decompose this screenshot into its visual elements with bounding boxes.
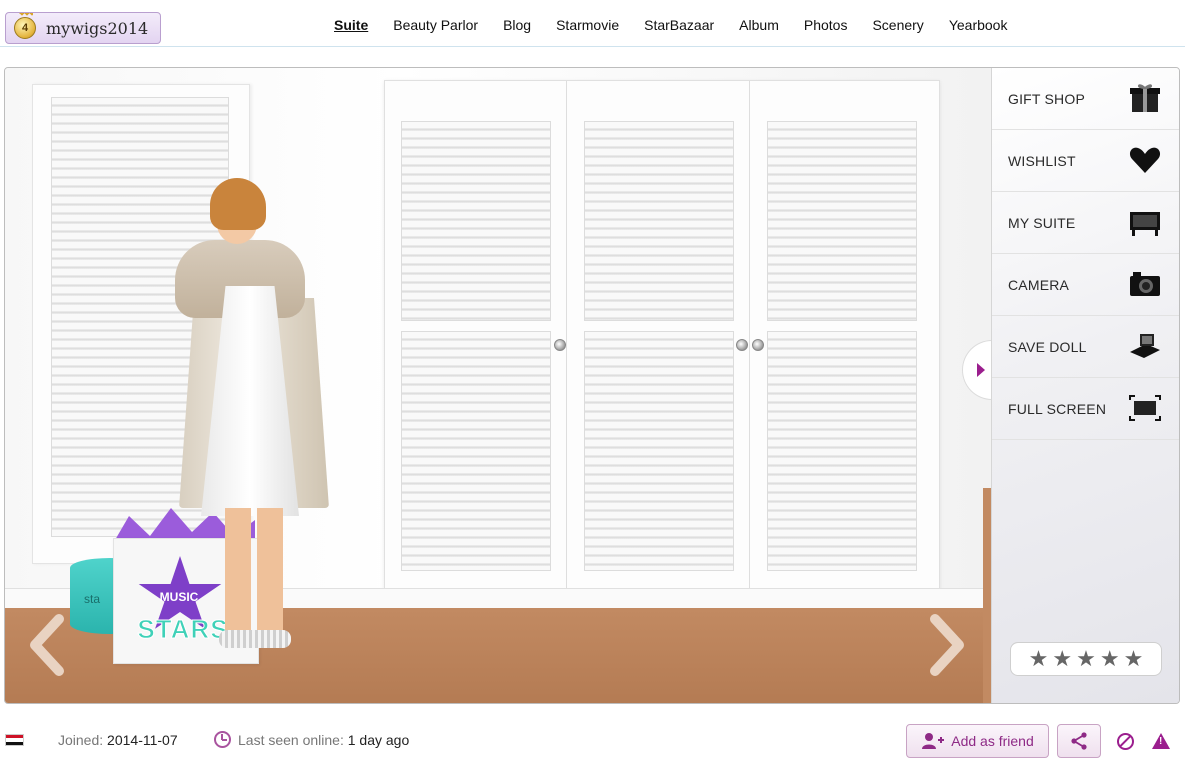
star-rating: ★ ★ ★ ★ ★	[1010, 642, 1162, 676]
save-doll-icon	[1130, 334, 1160, 358]
suite-stage: sta MUSIC STARS GIFT SHOP WISHLIST MY SU…	[4, 67, 1180, 704]
sidebar-item-gift-shop[interactable]: GIFT SHOP	[992, 68, 1179, 130]
sidebar-item-label: FULL SCREEN	[1008, 400, 1107, 417]
door-knob	[752, 339, 764, 351]
doll-hair	[210, 178, 266, 230]
rating-star-icon[interactable]: ★	[1100, 648, 1120, 670]
camera-icon	[1130, 272, 1160, 296]
door-louvers	[584, 121, 734, 321]
block-icon[interactable]	[1117, 733, 1134, 750]
previous-arrow-button[interactable]	[27, 613, 67, 677]
sidebar-item-full-screen[interactable]: FULL SCREEN	[992, 378, 1179, 440]
hatbox-label: sta	[84, 592, 101, 606]
joined-label: Joined:	[58, 732, 104, 748]
play-arrow-icon	[976, 363, 985, 377]
add-user-icon	[922, 733, 945, 749]
door-louvers	[767, 331, 917, 571]
nav-yearbook[interactable]: Yearbook	[949, 17, 1008, 33]
country-flag-icon	[5, 734, 24, 746]
door-knob	[554, 339, 566, 351]
door-louvers	[401, 331, 551, 571]
closet-door	[568, 81, 750, 609]
level-number: 4	[21, 22, 29, 34]
chevron-left-icon	[30, 614, 64, 676]
door-louvers	[401, 121, 551, 321]
top-bar: 4 mywigs2014 Suite Beauty Parlor Blog St…	[0, 0, 1185, 47]
add-friend-label: Add as friend	[951, 733, 1034, 749]
suite-sidebar: GIFT SHOP WISHLIST MY SUITE CAMERA SAVE …	[991, 68, 1179, 703]
next-arrow-button[interactable]	[927, 613, 967, 677]
report-warning-icon[interactable]	[1152, 733, 1170, 749]
sidebar-item-label: WISHLIST	[1008, 152, 1076, 169]
rating-star-icon[interactable]: ★	[1029, 648, 1049, 670]
gift-box-icon	[1130, 84, 1160, 112]
add-friend-button[interactable]: Add as friend	[906, 724, 1049, 758]
heart-icon	[1129, 147, 1161, 173]
last-seen-label: Last seen online:	[238, 732, 344, 748]
nav-photos[interactable]: Photos	[804, 17, 848, 33]
user-badge[interactable]: 4 mywigs2014	[5, 12, 161, 44]
nav-starmovie[interactable]: Starmovie	[556, 17, 619, 33]
sidebar-item-label: MY SUITE	[1008, 214, 1076, 231]
username: mywigs2014	[46, 18, 149, 38]
doll-legs	[225, 508, 283, 638]
glitter-shoes	[219, 630, 291, 648]
sidebar-item-my-suite[interactable]: MY SUITE	[992, 192, 1179, 254]
sidebar-item-camera[interactable]: CAMERA	[992, 254, 1179, 316]
avatar-doll[interactable]	[155, 178, 355, 668]
nav-blog[interactable]: Blog	[503, 17, 531, 33]
share-icon	[1071, 732, 1087, 750]
sidebar-item-wishlist[interactable]: WISHLIST	[992, 130, 1179, 192]
rating-star-icon[interactable]: ★	[1124, 648, 1144, 670]
door-louvers	[584, 331, 734, 571]
sidebar-item-label: CAMERA	[1008, 276, 1070, 293]
chevron-right-icon	[930, 614, 964, 676]
main-nav: Suite Beauty Parlor Blog Starmovie StarB…	[334, 17, 1032, 33]
closet-door	[385, 81, 567, 609]
last-seen-value: 1 day ago	[347, 732, 410, 748]
sidebar-item-label: SAVE DOLL	[1008, 338, 1087, 355]
sidebar-item-label: GIFT SHOP	[1008, 90, 1085, 107]
level-crown-icon: 4	[14, 13, 36, 39]
rating-star-icon[interactable]: ★	[1052, 648, 1072, 670]
suite-icon	[1130, 212, 1160, 236]
wood-floor	[983, 488, 991, 703]
rating-star-icon[interactable]: ★	[1076, 648, 1096, 670]
nav-suite[interactable]: Suite	[334, 17, 368, 33]
sidebar-item-save-doll[interactable]: SAVE DOLL	[992, 316, 1179, 378]
joined-date: 2014-11-07	[107, 732, 178, 748]
door-louvers	[767, 121, 917, 321]
closet-door	[751, 81, 933, 609]
share-button[interactable]	[1057, 724, 1101, 758]
last-seen-info: Last seen online: 1 day ago	[238, 732, 409, 748]
joined-info: Joined: 2014-11-07	[58, 732, 178, 748]
full-screen-icon	[1129, 395, 1161, 421]
nav-beauty-parlor[interactable]: Beauty Parlor	[393, 17, 478, 33]
clock-icon	[214, 731, 231, 748]
nav-scenery[interactable]: Scenery	[872, 17, 923, 33]
profile-footer: Joined: 2014-11-07 Last seen online: 1 d…	[0, 715, 1185, 763]
door-knob	[736, 339, 748, 351]
closet	[384, 80, 940, 610]
nav-album[interactable]: Album	[739, 17, 779, 33]
nav-starbazaar[interactable]: StarBazaar	[644, 17, 714, 33]
